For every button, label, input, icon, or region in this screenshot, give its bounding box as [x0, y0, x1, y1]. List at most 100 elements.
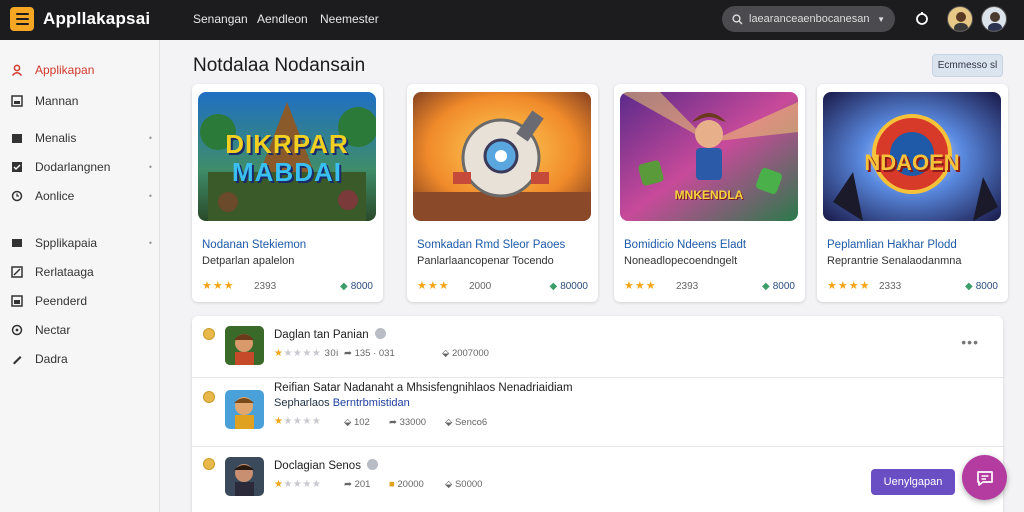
card-subtitle: Reprantrie Senalaodanmna	[827, 255, 962, 267]
list-thumbnail	[225, 390, 264, 429]
sidebar-item-label: Dodarlangnen	[35, 160, 111, 174]
avatar[interactable]	[981, 6, 1007, 32]
card-rating-count: 2000	[469, 281, 492, 292]
sidebar-item-label: Dadra	[35, 352, 68, 366]
list-subtitle: Sepharlaos Berntrbmistidan	[274, 397, 410, 409]
more-icon[interactable]: •••	[961, 334, 979, 350]
list-title: Doclagian Senos	[274, 459, 378, 472]
chevron-right-icon: •	[148, 133, 152, 143]
topnav-item[interactable]: Senangan	[193, 12, 248, 26]
coin-icon	[203, 391, 215, 403]
sidebar-item[interactable]: Dadra	[10, 348, 152, 370]
coin-icon	[203, 458, 215, 470]
topnav-item[interactable]: Aendleon	[257, 12, 308, 26]
list-item[interactable]: Reifian Satar Nadanaht a Mhsisfengnihlao…	[192, 378, 1003, 447]
sidebar-item-label: Spplikapaia	[35, 236, 98, 250]
tag-icon: ◆	[762, 281, 770, 292]
sidebar-item[interactable]: Applikapan	[10, 59, 152, 81]
list-title: Reifian Satar Nadanaht a Mhsisfengnihlao…	[274, 382, 573, 394]
user-icon	[10, 64, 23, 77]
card-thumbnail: MNKENDLA	[620, 92, 798, 221]
list-count: ➦ 33000	[389, 417, 427, 428]
verified-icon	[374, 328, 386, 339]
sidebar-item-label: Nectar	[35, 323, 71, 337]
sidebar-item-label: Peenderd	[35, 294, 88, 308]
card-stars: ★★★★	[827, 280, 871, 292]
game-card[interactable]: DIKRPAR MABDAI Nodanan Stekiemon Detparl…	[192, 84, 383, 302]
card-title: Peplamlian Hakhar Plodd	[827, 239, 957, 251]
notification-icon[interactable]	[914, 11, 930, 27]
edit-icon	[10, 266, 23, 279]
card-price: ◆ 8000	[965, 281, 998, 292]
folder-icon	[10, 132, 23, 145]
list-item[interactable]: Daglan tan Panian ★★★★★ 30i ➦ 135 · 031 …	[192, 316, 1003, 378]
card-subtitle: Detparlan apalelon	[202, 255, 295, 267]
card-title: Bomidicio Ndeens Eladt	[624, 239, 747, 251]
card-rating-count: 2393	[254, 281, 277, 292]
chat-fab[interactable]	[962, 455, 1007, 500]
game-card[interactable]: NDAOEN Peplamlian Hakhar Plodd Reprantri…	[817, 84, 1008, 302]
sidebar-item[interactable]: Menalis •	[10, 127, 152, 149]
search-icon	[732, 13, 743, 24]
primary-action-button[interactable]: Uenylgapan	[871, 469, 955, 495]
sidebar-item[interactable]: Aonlice •	[10, 185, 152, 207]
list-stars: ★★★★★ 30i	[274, 348, 339, 359]
card-art-title: MABDAI	[232, 157, 342, 187]
search-placeholder: laearanceaenbocanesan	[749, 13, 870, 25]
chevron-right-icon: •	[148, 238, 152, 248]
card-thumbnail	[413, 92, 591, 221]
list-extra: ⬙ S0000	[445, 479, 483, 490]
list-link[interactable]: Berntrbmistidan	[333, 397, 410, 409]
list-count: ⬙ 2007000	[442, 348, 489, 359]
card-rating-count: 2333	[879, 281, 902, 292]
sidebar-item[interactable]: Rerlataaga	[10, 261, 152, 283]
verified-icon	[366, 459, 378, 470]
list-thumbnail	[225, 457, 264, 496]
calendar-icon	[10, 295, 23, 308]
list-thumbnail	[225, 326, 264, 365]
card-stars: ★★★	[202, 280, 235, 292]
sidebar-item-label: Rerlataaga	[35, 265, 94, 279]
card-stars: ★★★	[417, 280, 450, 292]
checkbox-icon	[10, 161, 23, 174]
sidebar-item[interactable]: Mannan	[10, 90, 152, 112]
clock-icon	[10, 190, 23, 203]
chevron-right-icon: •	[148, 162, 152, 172]
sidebar-item-label: Mannan	[35, 94, 79, 108]
grid-icon	[10, 237, 23, 250]
avatar[interactable]	[947, 6, 973, 32]
list-downloads: ➦ 135 · 031	[344, 348, 395, 359]
card-art-title: NDAOEN	[864, 150, 960, 175]
card-price: ◆ 8000	[762, 281, 795, 292]
list-downloads: ➦ 201	[344, 479, 371, 490]
list-stars: ★★★★★	[274, 416, 322, 427]
image-icon	[10, 95, 23, 108]
sidebar-item[interactable]: Spplikapaia •	[10, 232, 152, 254]
coin-icon	[203, 328, 215, 340]
card-thumbnail: NDAOEN	[823, 92, 1001, 221]
game-card[interactable]: MNKENDLA Bomidicio Ndeens Eladt Noneadlo…	[614, 84, 805, 302]
search-input[interactable]: laearanceaenbocanesan ▼	[722, 6, 895, 32]
sidebar-item-label: Aonlice	[35, 189, 75, 203]
page-title: Notdalaa Nodansain	[193, 55, 366, 76]
card-thumbnail: DIKRPAR MABDAI	[198, 92, 376, 221]
sidebar-item-label: Menalis	[35, 131, 77, 145]
header-button[interactable]: Ecmmesso sl	[932, 54, 1003, 77]
card-rating-count: 2393	[676, 281, 699, 292]
list-downloads: ⬙ 102	[344, 417, 370, 428]
topnav-item[interactable]: Neemester	[320, 12, 379, 26]
sidebar: Applikapan Mannan Menalis • Dodarlangnen…	[0, 40, 160, 512]
sidebar-item-label: Applikapan	[35, 63, 95, 77]
game-card[interactable]: Somkadan Rmd Sleor Paoes Panlarlaancopen…	[407, 84, 598, 302]
list-extra: ⬙ Senco6	[445, 417, 488, 428]
menu-icon[interactable]	[10, 7, 34, 31]
sidebar-item[interactable]: Peenderd	[10, 290, 152, 312]
sidebar-item[interactable]: Dodarlangnen •	[10, 156, 152, 178]
app-title: Appllakapsai	[43, 9, 151, 28]
chat-icon	[976, 470, 993, 486]
list-count: ■ 20000	[389, 479, 424, 490]
pen-icon	[10, 353, 23, 366]
sidebar-item[interactable]: Nectar	[10, 319, 152, 341]
chevron-down-icon[interactable]: ▼	[877, 15, 885, 24]
chevron-right-icon: •	[148, 191, 152, 201]
